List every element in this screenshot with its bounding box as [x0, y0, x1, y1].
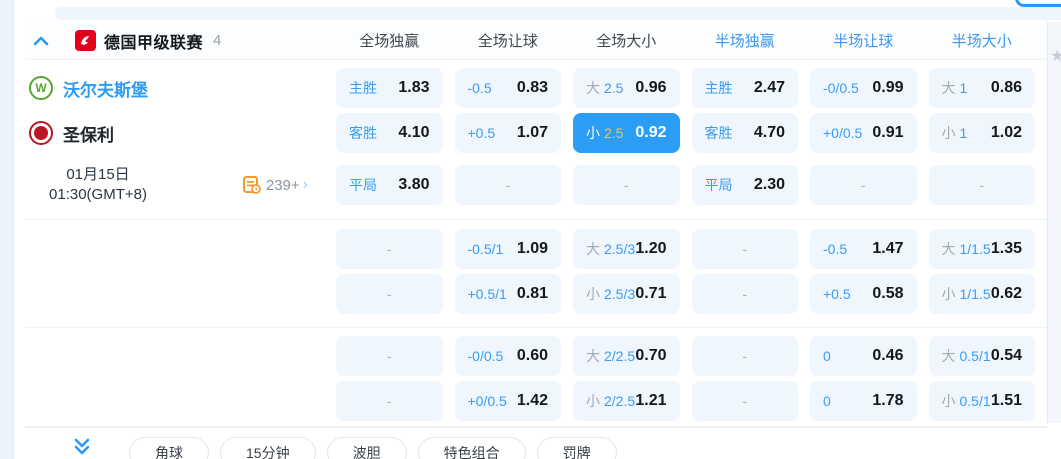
- odds-cell-empty: -: [336, 273, 443, 314]
- match-odds-card: 德国甲级联赛 4 全场独赢 全场让球 全场大小 半场独赢 半场让球 半场大小 W…: [25, 22, 1047, 459]
- tab-correct-score[interactable]: 波胆: [326, 436, 407, 459]
- column-header-fulltime-handicap: 全场让球: [477, 33, 538, 50]
- tab-special-combo[interactable]: 特色组合: [417, 436, 526, 459]
- odds-cell-empty: -: [336, 380, 443, 421]
- odds-cell[interactable]: 小 2/2.5 1.21: [573, 380, 680, 421]
- odds-cell[interactable]: +0.5 1.07: [454, 113, 561, 153]
- odds-cell[interactable]: 大 2.5/3 1.20: [573, 228, 680, 269]
- markets-doc-icon: [242, 176, 261, 195]
- column-header-fulltime-overunder: 全场大小: [596, 33, 657, 50]
- tab-corners[interactable]: 角球: [129, 436, 209, 459]
- odds-cell[interactable]: 大 0.5/1 0.54: [928, 335, 1035, 376]
- match-info: 01月15日 01:30(GMT+8) 239+ ›: [25, 165, 324, 206]
- more-markets-link[interactable]: 239+ ›: [242, 176, 308, 195]
- league-header: 德国甲级联赛 4 全场独赢 全场让球 全场大小 半场独赢 半场让球 半场大小: [25, 22, 1047, 60]
- odds-cell-empty: -: [691, 380, 798, 421]
- odds-cell-empty: -: [691, 273, 798, 314]
- odds-cell-empty: -: [336, 335, 443, 376]
- expand-double-chevron-down-icon[interactable]: [71, 437, 93, 459]
- column-header-halftime-handicap: 半场让球: [833, 33, 894, 50]
- away-team-name: 圣保利: [63, 125, 114, 145]
- league-header-left: 德国甲级联赛 4: [25, 29, 324, 53]
- odds-cell[interactable]: 小 0.5/1 1.51: [928, 380, 1035, 421]
- column-header-halftime-overunder: 半场大小: [951, 33, 1012, 50]
- collapse-chevron-up-icon[interactable]: [31, 31, 51, 51]
- odds-cell[interactable]: +0.5 0.58: [810, 273, 917, 314]
- odds-cell-empty: -: [336, 228, 443, 269]
- column-header-fulltime-1x2: 全场独赢: [359, 33, 420, 50]
- odds-cell-empty: -: [691, 228, 798, 269]
- odds-cell[interactable]: -0/0.5 0.99: [810, 68, 917, 108]
- match-time: 01:30(GMT+8): [49, 186, 147, 204]
- odds-cell[interactable]: 小 1/1.5 0.62: [928, 273, 1035, 314]
- match-datetime: 01月15日 01:30(GMT+8): [29, 165, 167, 206]
- top-band-fragment: [55, 7, 1061, 20]
- more-markets-arrow-icon: ›: [302, 176, 308, 194]
- home-odds-row: W 沃尔夫斯堡 主胜 1.83 -0.5 0.83 大 2.5 0.96 主胜 2.47 …: [25, 68, 1047, 108]
- tab-cards[interactable]: 罚牌: [536, 436, 617, 459]
- more-markets-count: 239+: [265, 176, 300, 194]
- odds-cell[interactable]: 大 2.5 0.96: [573, 68, 680, 108]
- odds-cell[interactable]: 小 2.5/3 0.71: [573, 273, 680, 314]
- match-date: 01月15日: [66, 166, 130, 183]
- tab-15min[interactable]: 15分钟: [220, 436, 316, 459]
- odds-row: - +0/0.5 1.42 小 2/2.5 1.21 - 0 1.78 小 0.5/1 1.…: [25, 380, 1047, 421]
- draw-odds-row: 01月15日 01:30(GMT+8) 239+ › 平局 3.80 - - 平局…: [25, 165, 1047, 206]
- league-name: 德国甲级联赛: [104, 34, 204, 52]
- betting-odds-page: ★ 德国甲级联赛 4 全场独赢 全场让球 全场大小 半场独赢 半场让球 半场大小: [0, 0, 1061, 459]
- odds-cell[interactable]: 0 0.46: [810, 335, 917, 376]
- odds-cell[interactable]: 客胜 4.10: [336, 113, 443, 153]
- odds-cell[interactable]: 大 1/1.5 1.35: [928, 228, 1035, 269]
- odds-cell-empty: -: [691, 335, 798, 376]
- home-team-name: 沃尔夫斯堡: [63, 80, 148, 100]
- odds-row: - -0/0.5 0.60 大 2/2.5 0.70 - 0 0.46 大 0.5/1 0.…: [25, 335, 1047, 376]
- secondary-odds-section: - -0.5/1 1.09 大 2.5/3 1.20 - -0.5 1.47 大 1/1.…: [25, 220, 1047, 328]
- odds-cell-empty: -: [928, 165, 1035, 206]
- odds-cell[interactable]: -0/0.5 0.60: [454, 335, 561, 376]
- column-header-halftime-1x2: 半场独赢: [714, 33, 775, 50]
- odds-cell-empty: -: [454, 165, 561, 206]
- main-odds-section: W 沃尔夫斯堡 主胜 1.83 -0.5 0.83 大 2.5 0.96 主胜 2.47 …: [25, 60, 1047, 220]
- odds-cell-empty: -: [573, 165, 680, 206]
- odds-cell[interactable]: +0/0.5 0.91: [810, 113, 917, 153]
- odds-cell[interactable]: 平局 2.30: [691, 165, 798, 206]
- away-odds-row: 圣保利 客胜 4.10 +0.5 1.07 小 2.5 0.92 客胜 4.70 +0/0…: [25, 113, 1047, 153]
- top-tab-corner-fragment: [1015, 0, 1061, 7]
- odds-cell[interactable]: -0.5/1 1.09: [454, 228, 561, 269]
- odds-cell[interactable]: +0/0.5 1.42: [454, 380, 561, 421]
- wolfsburg-logo-icon: W: [29, 76, 53, 100]
- odds-cell[interactable]: 0 1.78: [810, 380, 917, 421]
- bundesliga-logo-icon: [75, 30, 96, 51]
- odds-cell[interactable]: 平局 3.80: [336, 165, 443, 206]
- tertiary-odds-section: - -0/0.5 0.60 大 2/2.5 0.70 - 0 0.46 大 0.5/1 0.…: [25, 328, 1047, 427]
- odds-row: - +0.5/1 0.81 小 2.5/3 0.71 - +0.5 0.58 小 1/1.…: [25, 273, 1047, 314]
- page-left-margin: [0, 0, 14, 459]
- odds-cell[interactable]: 客胜 4.70: [691, 113, 798, 153]
- league-match-count: 4: [213, 32, 222, 49]
- favorite-star-icon[interactable]: ★: [1050, 46, 1061, 66]
- odds-cell-selected[interactable]: 小 2.5 0.92: [573, 113, 680, 153]
- home-team[interactable]: W 沃尔夫斯堡: [25, 76, 324, 101]
- odds-cell[interactable]: -0.5 1.47: [810, 228, 917, 269]
- st-pauli-logo-icon: [29, 121, 53, 145]
- odds-cell-empty: -: [810, 165, 917, 206]
- odds-cell[interactable]: 大 2/2.5 0.70: [573, 335, 680, 376]
- odds-cell[interactable]: 主胜 2.47: [691, 68, 798, 108]
- extra-markets-bar: 角球 15分钟 波胆 特色组合 罚牌: [25, 426, 1047, 459]
- odds-cell[interactable]: 小 1 1.02: [928, 113, 1035, 153]
- odds-cell[interactable]: +0.5/1 0.81: [454, 273, 561, 314]
- odds-cell[interactable]: -0.5 0.83: [454, 68, 561, 108]
- odds-cell[interactable]: 大 1 0.86: [928, 68, 1035, 108]
- odds-row: - -0.5/1 1.09 大 2.5/3 1.20 - -0.5 1.47 大 1/1.…: [25, 228, 1047, 269]
- away-team[interactable]: 圣保利: [25, 121, 324, 146]
- right-side-strip: ★: [1047, 22, 1061, 423]
- odds-cell[interactable]: 主胜 1.83: [336, 68, 443, 108]
